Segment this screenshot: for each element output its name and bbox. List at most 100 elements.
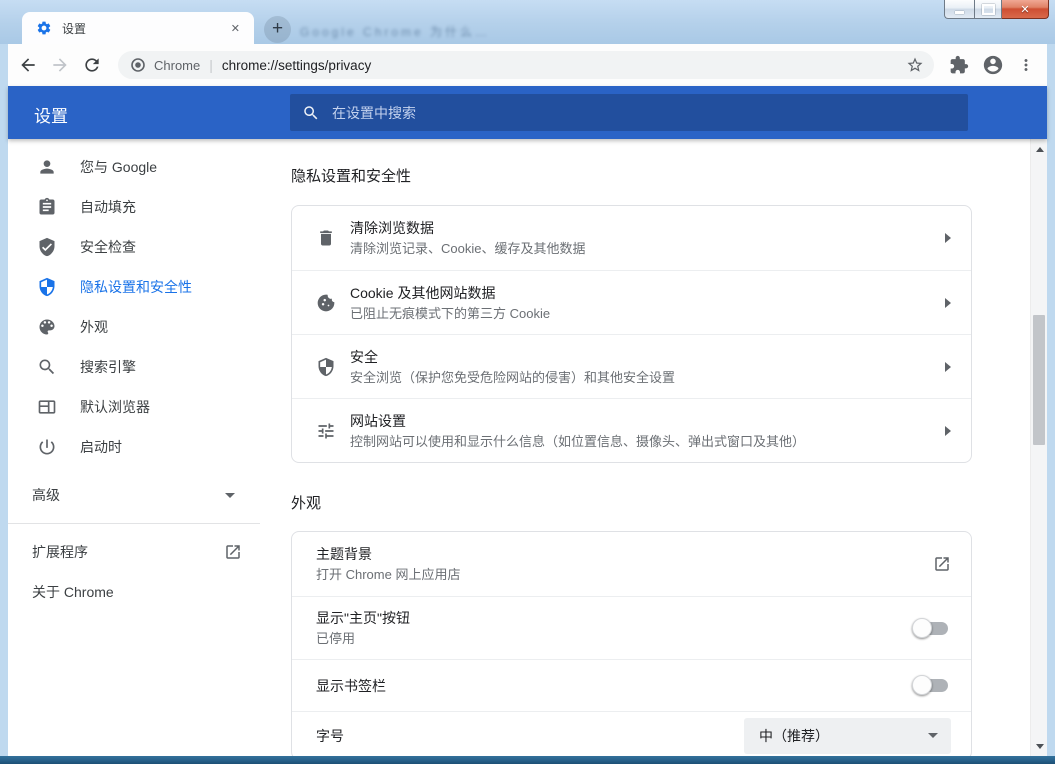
toggle-knob <box>912 617 932 638</box>
sidebar-item-on-startup[interactable]: 启动时 <box>8 427 268 467</box>
sidebar-item-label: 您与 Google <box>80 159 158 175</box>
cookie-icon <box>317 294 335 311</box>
row-subtitle: 已阻止无痕模式下的第三方 Cookie <box>350 305 551 321</box>
settings-search-input[interactable]: 在设置中搜索 <box>290 94 968 131</box>
sidebar-item-safety-check[interactable]: 安全检查 <box>8 227 268 267</box>
row-title: 显示"主页"按钮 <box>316 610 410 626</box>
home-button-toggle[interactable] <box>912 617 948 638</box>
row-subtitle: 已停用 <box>316 631 356 646</box>
url-separator: | <box>209 57 213 73</box>
menu-dots-icon[interactable] <box>1017 56 1035 74</box>
shield-icon <box>318 357 334 376</box>
url-text: chrome://settings/privacy <box>221 57 372 73</box>
bookmark-star-icon[interactable] <box>906 56 924 74</box>
browser-tab-settings[interactable]: 设置 ✕ <box>22 12 254 44</box>
row-title: 网站设置 <box>350 412 406 429</box>
site-label: Chrome <box>154 57 201 73</box>
row-title: 主题背景 <box>316 546 372 562</box>
arrow-down-icon <box>1035 743 1044 749</box>
address-bar[interactable]: Chrome | chrome://settings/privacy <box>118 51 934 79</box>
sidebar-item-label: 外观 <box>80 319 108 335</box>
open-in-new-icon <box>226 545 240 559</box>
row-title: 显示书签栏 <box>316 677 386 694</box>
sidebar-item-search-engine[interactable]: 搜索引擎 <box>8 347 268 387</box>
chevron-right-icon <box>945 233 951 243</box>
search-icon <box>304 105 318 119</box>
settings-header: 设置 在设置中搜索 <box>8 86 1047 139</box>
minimize-button[interactable] <box>944 0 974 19</box>
row-title: Cookie 及其他网站数据 <box>350 284 496 301</box>
bookmarks-bar-toggle[interactable] <box>912 675 948 695</box>
sidebar-item-privacy-and-security[interactable]: 隐私设置和安全性 <box>8 267 268 307</box>
chevron-down-icon <box>928 733 938 738</box>
maximize-icon <box>981 3 995 15</box>
sidebar-item-extensions[interactable]: 扩展程序 <box>8 532 268 572</box>
row-title: 字号 <box>316 727 344 744</box>
open-in-new-icon[interactable] <box>933 555 951 573</box>
browser-toolbar: Chrome | chrome://settings/privacy <box>8 44 1047 86</box>
advanced-label: 高级 <box>32 487 60 503</box>
sidebar-item-label: 搜索引擎 <box>80 359 136 375</box>
window-bottom-border <box>0 756 1055 764</box>
settings-gear-icon <box>37 21 51 35</box>
close-button[interactable]: ✕ <box>1002 0 1049 19</box>
show-home-button-row: 显示"主页"按钮 已停用 <box>292 596 971 659</box>
sidebar-item-autofill[interactable]: 自动填充 <box>8 187 268 227</box>
minimize-icon <box>955 10 964 14</box>
new-tab-button[interactable]: + <box>264 16 291 43</box>
sidebar-item-label: 自动填充 <box>80 199 136 215</box>
chevron-down-icon <box>225 492 235 498</box>
chevron-right-icon <box>945 297 951 308</box>
row-title: 清除浏览数据 <box>350 220 434 236</box>
sidebar-item-appearance[interactable]: 外观 <box>8 307 268 347</box>
tune-icon <box>318 423 334 438</box>
cookies-row[interactable]: Cookie 及其他网站数据 已阻止无痕模式下的第三方 Cookie <box>292 270 971 334</box>
scroll-up-button[interactable] <box>1031 141 1047 157</box>
reload-button[interactable] <box>82 55 102 75</box>
extensions-puzzle-icon[interactable] <box>949 55 969 75</box>
sidebar-item-you-and-google[interactable]: 您与 Google <box>8 147 268 187</box>
site-settings-row[interactable]: 网站设置 控制网站可以使用和显示什么信息（如位置信息、摄像头、弹出式窗口及其他） <box>292 398 971 462</box>
sidebar-item-about-chrome[interactable]: 关于 Chrome <box>8 572 268 612</box>
sidebar-advanced-toggle[interactable]: 高级 <box>8 475 268 515</box>
sidebar-item-label: 隐私设置和安全性 <box>80 279 192 295</box>
search-engine-icon <box>39 359 55 375</box>
appearance-section-heading: 外观 <box>291 495 322 512</box>
search-placeholder: 在设置中搜索 <box>332 104 416 121</box>
palette-icon <box>39 319 55 335</box>
tab-close-icon[interactable]: ✕ <box>227 20 244 37</box>
privacy-card: 清除浏览数据 清除浏览记录、Cookie、缓存及其他数据 Cookie 及其他网… <box>291 205 972 463</box>
back-button[interactable] <box>18 55 38 75</box>
privacy-section-heading: 隐私设置和安全性 <box>291 168 412 185</box>
theme-row[interactable]: 主题背景 打开 Chrome 网上应用店 <box>292 532 971 596</box>
security-row[interactable]: 安全 安全浏览（保护您免受危险网站的侵害）和其他安全设置 <box>292 334 971 398</box>
chrome-site-icon <box>131 58 145 72</box>
sidebar-item-default-browser[interactable]: 默认浏览器 <box>8 387 268 427</box>
person-icon <box>40 160 54 174</box>
autofill-icon <box>39 197 55 215</box>
forward-button[interactable] <box>50 55 70 75</box>
background-window-title: Google Chrome 为什么… <box>300 25 491 39</box>
arrow-up-icon <box>1035 146 1044 152</box>
safety-check-icon <box>39 237 55 257</box>
sidebar-item-label: 启动时 <box>80 439 122 455</box>
scrollbar-thumb[interactable] <box>1033 315 1045 445</box>
row-subtitle: 控制网站可以使用和显示什么信息（如位置信息、摄像头、弹出式窗口及其他） <box>350 433 806 449</box>
maximize-button[interactable] <box>974 0 1002 19</box>
sidebar-item-label: 默认浏览器 <box>80 399 150 415</box>
titlebar: 设置 ✕ + Google Chrome 为什么… ✕ <box>0 0 1055 44</box>
page-title: 设置 <box>34 107 68 126</box>
show-bookmarks-bar-row: 显示书签栏 <box>292 659 971 711</box>
vertical-scrollbar[interactable] <box>1030 139 1047 756</box>
privacy-shield-icon <box>39 277 55 297</box>
close-icon: ✕ <box>1020 3 1030 16</box>
sidebar-divider <box>8 523 260 524</box>
power-icon <box>39 439 55 455</box>
clear-browsing-data-row[interactable]: 清除浏览数据 清除浏览记录、Cookie、缓存及其他数据 <box>292 206 971 270</box>
tab-title: 设置 <box>62 21 87 36</box>
scroll-down-button[interactable] <box>1031 738 1047 754</box>
font-size-select[interactable]: 中（推荐） <box>744 717 951 754</box>
profile-avatar-icon[interactable] <box>982 54 1004 76</box>
default-browser-icon <box>38 400 56 414</box>
chevron-right-icon <box>945 425 951 436</box>
